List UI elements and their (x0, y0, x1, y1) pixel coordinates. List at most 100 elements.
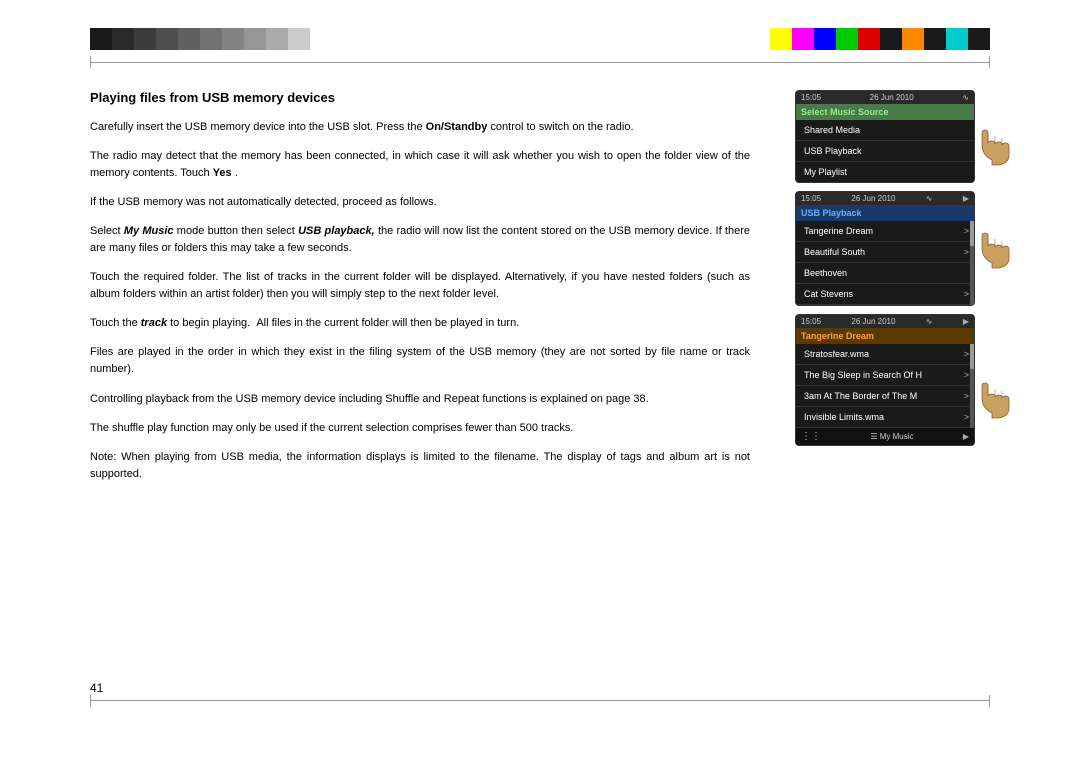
screen1-item-3[interactable]: My Playlist (796, 162, 974, 182)
screen1-item-3-label: My Playlist (804, 167, 847, 177)
screen3-item-3[interactable]: 3am At The Border of The M > (796, 386, 974, 407)
screen3-item-3-label: 3am At The Border of The M (804, 391, 917, 401)
screen1-item-2-label: USB Playback (804, 146, 862, 156)
paragraph-5: Touch the required folder. The list of t… (90, 269, 750, 303)
screen3-item-4[interactable]: Invisible Limits.wma > (796, 407, 974, 428)
paragraph-4: Select My Music mode button then select … (90, 223, 750, 257)
screen3: 15:05 26 Jun 2010 ∿ ▶ Tangerine Dream St… (795, 314, 975, 446)
main-content: Playing files from USB memory devices Ca… (90, 80, 990, 683)
screen3-bottom-label: ☰ My Music (870, 432, 913, 441)
wifi-icon-2: ∿ (926, 194, 933, 203)
paragraph-9: The shuffle play function may only be us… (90, 420, 750, 437)
color-block (880, 28, 902, 50)
screen1-container: 15:05 26 Jun 2010 ∿ Select Music Source … (795, 90, 990, 183)
arrow-icon: > (964, 289, 969, 299)
screen2-container: 15:05 26 Jun 2010 ∿ ▶ USB Playback Tange… (795, 191, 990, 306)
screen2-item-3[interactable]: Beethoven (796, 263, 974, 284)
paragraph-6: Touch the track to begin playing. All fi… (90, 315, 750, 332)
bottom-rule (90, 700, 990, 701)
wifi-icon: ∿ (962, 93, 969, 102)
screen1-time: 15:05 (801, 93, 821, 102)
color-block (134, 28, 156, 50)
hand-pointer-2 (972, 223, 1012, 278)
screen2-date: 26 Jun 2010 (851, 194, 895, 203)
screen2-title: USB Playback (796, 205, 974, 221)
screen2-item-1-label: Tangerine Dream (804, 226, 873, 236)
screen3-container: 15:05 26 Jun 2010 ∿ ▶ Tangerine Dream St… (795, 314, 990, 446)
screen2-item-4-label: Cat Stevens (804, 289, 853, 299)
arrow-icon: > (964, 370, 969, 380)
speaker-icon: ▶ (963, 432, 969, 441)
screen2-item-1[interactable]: Tangerine Dream > (796, 221, 974, 242)
screen3-header: 15:05 26 Jun 2010 ∿ ▶ (796, 315, 974, 328)
paragraph-3: If the USB memory was not automatically … (90, 194, 750, 211)
paragraph-7: Files are played in the order in which t… (90, 344, 750, 378)
screen3-list: Stratosfear.wma > The Big Sleep in Searc… (796, 344, 974, 428)
screen3-date: 26 Jun 2010 (851, 317, 895, 326)
color-block (836, 28, 858, 50)
color-bar-left (90, 28, 310, 50)
color-block (946, 28, 968, 50)
hand-pointer-3 (972, 373, 1012, 428)
screen1: 15:05 26 Jun 2010 ∿ Select Music Source … (795, 90, 975, 183)
color-block (90, 28, 112, 50)
screen1-date: 26 Jun 2010 (870, 93, 914, 102)
page-number: 41 (90, 681, 103, 695)
color-block (968, 28, 990, 50)
color-block (858, 28, 880, 50)
screenshots-column: 15:05 26 Jun 2010 ∿ Select Music Source … (780, 80, 990, 683)
screen2-list: Tangerine Dream > Beautiful South > Beet… (796, 221, 974, 305)
tick-mark (90, 695, 91, 707)
color-block (770, 28, 792, 50)
text-column: Playing files from USB memory devices Ca… (90, 80, 750, 683)
screen1-item-1[interactable]: Shared Media (796, 120, 974, 141)
color-block (288, 28, 310, 50)
tick-mark (90, 56, 91, 68)
screen2-item-2-label: Beautiful South (804, 247, 865, 257)
screen1-header: 15:05 26 Jun 2010 ∿ (796, 91, 974, 104)
screen2-time: 15:05 (801, 194, 821, 203)
screen1-item-2[interactable]: USB Playback (796, 141, 974, 162)
arrow-icon: > (964, 412, 969, 422)
paragraph-1: Carefully insert the USB memory device i… (90, 119, 750, 136)
hand-pointer-1 (972, 120, 1012, 175)
section-title: Playing files from USB memory devices (90, 90, 750, 105)
paragraph-2: The radio may detect that the memory has… (90, 148, 750, 182)
color-block (222, 28, 244, 50)
arrow-icon: > (964, 247, 969, 257)
screen1-title: Select Music Source (796, 104, 974, 120)
color-block (266, 28, 288, 50)
grid-icon: ⋮⋮ (801, 431, 821, 442)
screen3-item-4-label: Invisible Limits.wma (804, 412, 884, 422)
screen2-header: 15:05 26 Jun 2010 ∿ ▶ (796, 192, 974, 205)
wifi-icon-3: ∿ (926, 317, 933, 326)
color-block (200, 28, 222, 50)
screen3-item-2-label: The Big Sleep in Search Of H (804, 370, 922, 380)
screen3-item-1-label: Stratosfear.wma (804, 349, 869, 359)
top-rule (90, 62, 990, 63)
color-block (156, 28, 178, 50)
color-block (792, 28, 814, 50)
screen2: 15:05 26 Jun 2010 ∿ ▶ USB Playback Tange… (795, 191, 975, 306)
screen3-title: Tangerine Dream (796, 328, 974, 344)
screen3-item-2[interactable]: The Big Sleep in Search Of H > (796, 365, 974, 386)
screen2-item-2[interactable]: Beautiful South > (796, 242, 974, 263)
color-bar-right (770, 28, 990, 50)
tick-mark (989, 56, 990, 68)
color-block (924, 28, 946, 50)
scrollbar-thumb-3 (970, 344, 974, 369)
tick-mark (989, 695, 990, 707)
arrow-icon: > (964, 391, 969, 401)
screen3-item-1[interactable]: Stratosfear.wma > (796, 344, 974, 365)
screen3-time: 15:05 (801, 317, 821, 326)
paragraph-10: Note: When playing from USB media, the i… (90, 449, 750, 483)
color-block (902, 28, 924, 50)
paragraph-8: Controlling playback from the USB memory… (90, 391, 750, 408)
vol-icon-3: ▶ (963, 317, 969, 326)
screen2-item-3-label: Beethoven (804, 268, 847, 278)
screen2-item-4[interactable]: Cat Stevens > (796, 284, 974, 305)
screen1-item-1-label: Shared Media (804, 125, 860, 135)
arrow-icon: > (964, 226, 969, 236)
screen3-bottom-bar: ⋮⋮ ☰ My Music ▶ (796, 428, 974, 445)
arrow-icon: > (964, 349, 969, 359)
